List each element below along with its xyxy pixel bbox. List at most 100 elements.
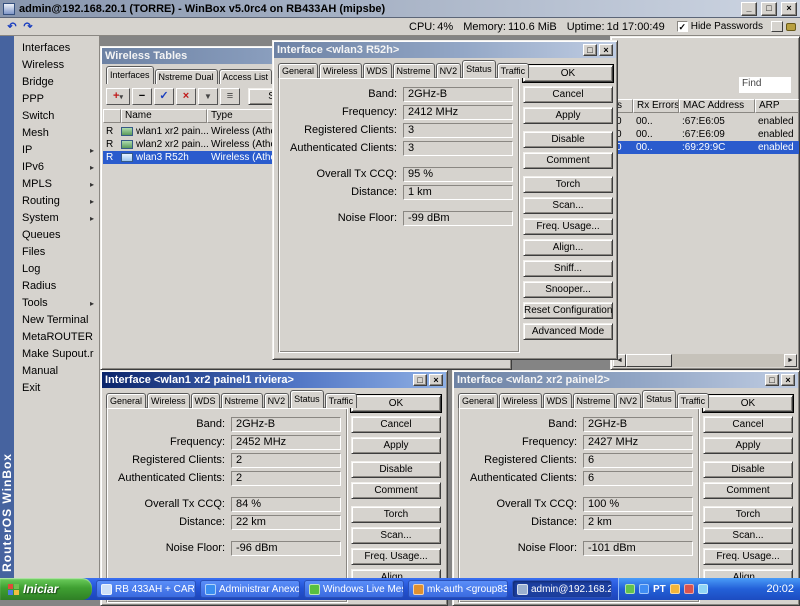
registration-row[interactable]: 0 00.. :67:E6:05 enabled bbox=[613, 115, 799, 128]
align-button[interactable]: Align... bbox=[523, 239, 613, 256]
comment-button[interactable]: Comment bbox=[351, 482, 441, 499]
torch-button[interactable]: Torch bbox=[351, 506, 441, 523]
security-tray-icon[interactable] bbox=[683, 584, 694, 594]
cancel-button[interactable]: Cancel bbox=[351, 416, 441, 433]
tab-wireless[interactable]: Wireless bbox=[499, 393, 542, 408]
tab-nv2[interactable]: NV2 bbox=[615, 393, 642, 408]
sidebar-item-ipv6[interactable]: IPv6 ▸ bbox=[14, 159, 99, 176]
tab-nv2[interactable]: NV2 bbox=[263, 393, 290, 408]
advanced-mode-button[interactable]: Advanced Mode bbox=[523, 323, 613, 340]
tab-wireless[interactable]: Wireless bbox=[319, 63, 362, 78]
sidebar-item-ppp[interactable]: PPP bbox=[14, 91, 99, 108]
close-button[interactable]: × bbox=[429, 374, 443, 386]
maximize-button[interactable]: □ bbox=[761, 1, 777, 16]
tab-nv2[interactable]: NV2 bbox=[435, 63, 462, 78]
sidebar-item-switch[interactable]: Switch bbox=[14, 108, 99, 125]
taskbar-task-rb433ah[interactable]: RB 433AH + CART... bbox=[96, 580, 196, 598]
sidebar-item-files[interactable]: Files bbox=[14, 244, 99, 261]
taskbar-task-winbox[interactable]: admin@192.168.2... bbox=[512, 580, 612, 598]
tab-access-list[interactable]: Access List bbox=[218, 69, 273, 84]
tab-interfaces[interactable]: Interfaces bbox=[106, 66, 154, 84]
app-titlebar[interactable]: admin@192.168.20.1 (TORRE) - WinBox v5.0… bbox=[0, 0, 800, 18]
remove-button[interactable]: − bbox=[132, 87, 152, 105]
torch-button[interactable]: Torch bbox=[703, 506, 793, 523]
column-header-mac-address[interactable]: MAC Address bbox=[679, 99, 755, 113]
sniff-button[interactable]: Sniff... bbox=[523, 260, 613, 277]
tab-traffic[interactable]: Traffic bbox=[496, 63, 530, 78]
close-button[interactable]: × bbox=[781, 374, 795, 386]
safe-mode-icon[interactable] bbox=[771, 21, 783, 32]
start-button[interactable]: Iniciar bbox=[0, 578, 92, 600]
freq-usage-button[interactable]: Freq. Usage... bbox=[351, 548, 441, 565]
messenger-tray-icon[interactable] bbox=[625, 584, 635, 594]
torch-button[interactable]: Torch bbox=[523, 176, 613, 193]
tab-status[interactable]: Status bbox=[642, 390, 676, 408]
cancel-button[interactable]: Cancel bbox=[703, 416, 793, 433]
close-button[interactable]: × bbox=[781, 1, 797, 16]
sidebar-item-routing[interactable]: Routing ▸ bbox=[14, 193, 99, 210]
sidebar-item-manual[interactable]: Manual bbox=[14, 363, 99, 380]
cancel-button[interactable]: Cancel bbox=[523, 86, 613, 103]
close-button[interactable]: × bbox=[599, 44, 613, 56]
disable-button[interactable]: × bbox=[176, 87, 196, 105]
column-header-arp[interactable]: ARP bbox=[755, 99, 799, 113]
hide-passwords-checkbox[interactable]: ✓ bbox=[676, 21, 688, 32]
enable-button[interactable]: ✓ bbox=[154, 87, 174, 105]
apply-button[interactable]: Apply bbox=[703, 437, 793, 454]
sidebar-item-tools[interactable]: Tools ▸ bbox=[14, 295, 99, 312]
find-icon[interactable]: ≡ bbox=[220, 87, 240, 105]
sidebar-item-metarouter[interactable]: MetaROUTER bbox=[14, 329, 99, 346]
sidebar-item-interfaces[interactable]: Interfaces bbox=[14, 40, 99, 57]
tab-status[interactable]: Status bbox=[290, 390, 324, 408]
sidebar-item-mesh[interactable]: Mesh bbox=[14, 125, 99, 142]
minimize-button[interactable]: _ bbox=[741, 1, 757, 16]
undo-icon[interactable]: ↶ bbox=[4, 20, 20, 33]
sidebar-item-queues[interactable]: Queues bbox=[14, 227, 99, 244]
ok-button[interactable]: OK bbox=[351, 395, 441, 412]
tab-nstreme[interactable]: Nstreme bbox=[392, 63, 435, 78]
registration-row-selected[interactable]: 0 00.. :69:29:9C enabled bbox=[613, 141, 799, 154]
disable-button[interactable]: Disable bbox=[703, 461, 793, 478]
disable-button[interactable]: Disable bbox=[351, 461, 441, 478]
scan-button[interactable]: Scan... bbox=[523, 197, 613, 214]
sidebar-item-log[interactable]: Log bbox=[14, 261, 99, 278]
column-header-name[interactable]: Name bbox=[121, 109, 207, 123]
window-titlebar[interactable]: Interface <wlan2 xr2 painel2> □ × bbox=[454, 372, 798, 388]
tab-general[interactable]: General bbox=[106, 393, 147, 408]
tab-traffic[interactable]: Traffic bbox=[676, 393, 710, 408]
language-indicator[interactable]: PT bbox=[653, 584, 666, 595]
tab-general[interactable]: General bbox=[458, 393, 499, 408]
taskbar-task-administrar[interactable]: Administrar Anexos... bbox=[200, 580, 300, 598]
tab-nstreme-dual[interactable]: Nstreme Dual bbox=[154, 69, 218, 84]
column-header-rx-errors[interactable]: Rx Errors bbox=[633, 99, 679, 113]
sidebar-item-wireless[interactable]: Wireless bbox=[14, 57, 99, 74]
disable-button[interactable]: Disable bbox=[523, 131, 613, 148]
tab-wireless[interactable]: Wireless bbox=[147, 393, 190, 408]
find-input[interactable]: Find bbox=[739, 77, 791, 93]
tab-general[interactable]: General bbox=[278, 63, 319, 78]
comment-button[interactable]: Comment bbox=[703, 482, 793, 499]
snooper-button[interactable]: Snooper... bbox=[523, 281, 613, 298]
apply-button[interactable]: Apply bbox=[351, 437, 441, 454]
redo-icon[interactable]: ↷ bbox=[20, 20, 36, 33]
sidebar-item-new-terminal[interactable]: New Terminal bbox=[14, 312, 99, 329]
sidebar-item-mpls[interactable]: MPLS ▸ bbox=[14, 176, 99, 193]
sidebar-item-system[interactable]: System ▸ bbox=[14, 210, 99, 227]
updates-tray-icon[interactable] bbox=[669, 584, 680, 594]
tab-traffic[interactable]: Traffic bbox=[324, 393, 358, 408]
window-titlebar[interactable]: Interface <wlan3 R52h> □ × bbox=[274, 42, 616, 58]
add-button[interactable]: +▾ bbox=[106, 87, 130, 105]
freq-usage-button[interactable]: Freq. Usage... bbox=[523, 218, 613, 235]
scan-button[interactable]: Scan... bbox=[351, 527, 441, 544]
sidebar-item-ip[interactable]: IP ▸ bbox=[14, 142, 99, 159]
tab-nstreme[interactable]: Nstreme bbox=[220, 393, 263, 408]
sidebar-item-radius[interactable]: Radius bbox=[14, 278, 99, 295]
sidebar-item-exit[interactable]: Exit bbox=[14, 380, 99, 397]
tab-status[interactable]: Status bbox=[462, 60, 496, 78]
registration-row[interactable]: 0 00.. :67:E6:09 enabled bbox=[613, 128, 799, 141]
freq-usage-button[interactable]: Freq. Usage... bbox=[703, 548, 793, 565]
maximize-button[interactable]: □ bbox=[413, 374, 427, 386]
horizontal-scrollbar[interactable]: ◄ ► bbox=[613, 354, 797, 367]
column-header-flags[interactable] bbox=[103, 109, 121, 123]
filter-icon[interactable]: ▼ bbox=[198, 87, 218, 105]
